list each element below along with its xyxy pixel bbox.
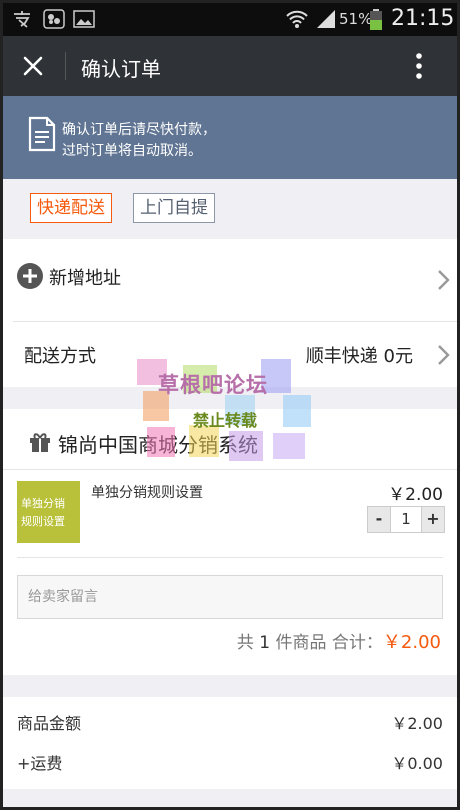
- seller-message-input[interactable]: [18, 576, 442, 618]
- page-title: 确认订单: [81, 57, 161, 81]
- product-price: ￥2.00: [388, 485, 443, 505]
- product-name[interactable]: 单独分销规则设置: [91, 482, 203, 502]
- screen: 51% 21:15 确认订单 确认订单后请尽快付款， 过时订单将自动取消。 快递…: [3, 3, 457, 807]
- gallery-icon: [73, 9, 95, 29]
- summary-middle: 件商品 合计：: [275, 633, 383, 653]
- add-address-row[interactable]: 新增地址: [3, 239, 457, 319]
- gift-icon: [29, 431, 51, 453]
- message-field: [17, 575, 443, 619]
- close-icon[interactable]: [17, 50, 49, 82]
- thumbnail-text-1: 单独分销: [21, 497, 65, 510]
- tab-self-pickup[interactable]: 上门自提: [133, 193, 215, 223]
- summary-prefix: 共: [236, 633, 254, 653]
- row-divider: [3, 469, 457, 470]
- battery-percent: 51%: [339, 10, 373, 28]
- address-shipping-panel: 新增地址 配送方式 顺丰快递 0元: [3, 239, 457, 387]
- status-bar: 51% 21:15: [3, 3, 457, 36]
- shield-app-icon: [43, 9, 65, 29]
- add-address-label: 新增地址: [49, 268, 121, 289]
- freight-value: ￥0.00: [391, 754, 443, 773]
- document-icon: [27, 116, 57, 152]
- goods-amount-label: 商品金额: [17, 714, 82, 733]
- add-circle-icon: [16, 262, 44, 290]
- tab-express-delivery[interactable]: 快递配送: [30, 193, 112, 223]
- product-thumbnail[interactable]: 单独分销 规则设置: [17, 481, 80, 543]
- title-divider: [65, 52, 66, 80]
- app-icon: [11, 9, 33, 29]
- payment-notice: 确认订单后请尽快付款， 过时订单将自动取消。: [3, 96, 457, 179]
- notice-line-2: 过时订单将自动取消。: [62, 143, 202, 159]
- title-bar: 确认订单: [3, 36, 457, 96]
- delivery-tabs: 快递配送 上门自提: [3, 179, 457, 239]
- notice-line-1: 确认订单后请尽快付款，: [62, 122, 216, 138]
- totals-panel: 商品金额 ￥2.00 +运费 ￥0.00: [3, 697, 457, 789]
- quantity-value[interactable]: 1: [390, 507, 422, 532]
- summary-total: ￥2.00: [382, 632, 441, 653]
- shipping-method-value: 顺丰快递 0元: [305, 346, 413, 367]
- store-order-panel: 锦尚中国商城分销系统 单独分销 规则设置 单独分销规则设置 ￥2.00 - 1 …: [3, 409, 457, 675]
- summary-count: 1: [259, 633, 271, 653]
- quantity-stepper: - 1 +: [367, 506, 445, 533]
- shipping-method-row[interactable]: 配送方式 顺丰快递 0元: [3, 322, 457, 387]
- shipping-method-label: 配送方式: [24, 346, 96, 367]
- quantity-plus-button[interactable]: +: [422, 507, 444, 532]
- wifi-icon: [285, 9, 309, 29]
- goods-amount-value: ￥2.00: [391, 714, 443, 733]
- quantity-minus-button[interactable]: -: [368, 507, 390, 532]
- row-divider: [17, 557, 443, 558]
- store-name: 锦尚中国商城分销系统: [58, 433, 258, 457]
- thumbnail-text-2: 规则设置: [21, 515, 65, 528]
- battery-icon: [369, 9, 383, 30]
- clock: 21:15: [391, 6, 455, 31]
- order-summary: 共 1 件商品 合计：￥2.00: [237, 628, 441, 654]
- more-vertical-icon[interactable]: [407, 50, 431, 82]
- freight-label: +运费: [17, 754, 63, 773]
- signal-icon: [315, 9, 337, 29]
- chevron-right-icon: [437, 269, 451, 291]
- chevron-right-icon: [437, 344, 451, 366]
